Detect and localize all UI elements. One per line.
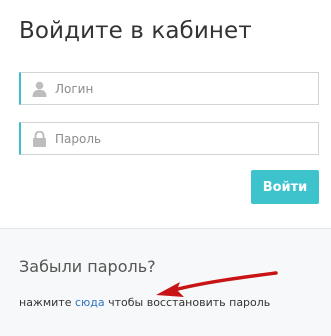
password-field[interactable] xyxy=(19,122,319,155)
forgot-password-title: Забыли пароль? xyxy=(19,257,156,276)
login-field[interactable] xyxy=(19,72,319,105)
forgot-suffix: чтобы восстановить пароль xyxy=(104,296,271,309)
login-button[interactable]: Войти xyxy=(251,170,319,204)
login-input[interactable] xyxy=(55,73,305,104)
forgot-prefix: нажмите xyxy=(19,296,75,309)
forgot-password-panel: Забыли пароль? нажмите сюда чтобы восста… xyxy=(0,229,331,336)
lock-icon xyxy=(33,131,46,147)
recover-link[interactable]: сюда xyxy=(75,296,105,309)
login-panel: Войдите в кабинет Войти xyxy=(0,0,331,228)
user-icon xyxy=(32,81,47,97)
password-input[interactable] xyxy=(55,123,305,154)
forgot-password-text: нажмите сюда чтобы восстановить пароль xyxy=(19,296,270,309)
page-title: Войдите в кабинет xyxy=(19,18,252,44)
